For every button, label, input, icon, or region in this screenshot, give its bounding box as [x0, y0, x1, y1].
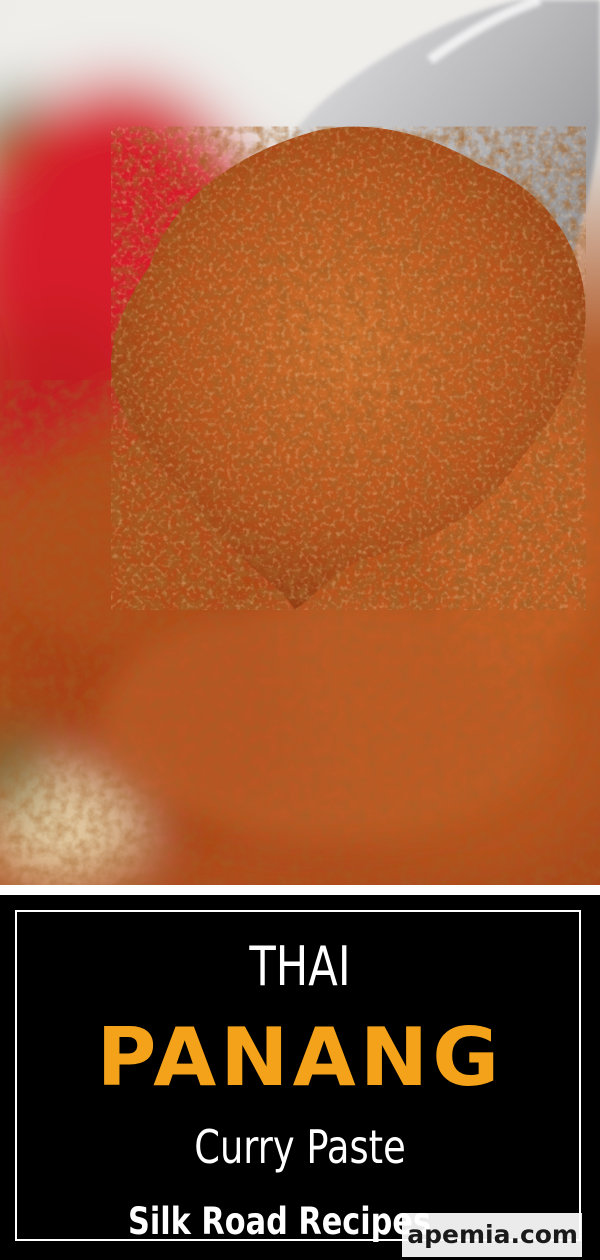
- title-line-thai: THAI: [249, 935, 351, 998]
- divider: [0, 885, 600, 895]
- title-line-curry-paste: Curry Paste: [194, 1120, 406, 1174]
- food-photo: [0, 0, 600, 885]
- watermark: apemia.com: [402, 1213, 582, 1257]
- title-banner: THAI PANANG Curry Paste Silk Road Recipe…: [0, 895, 600, 1260]
- brand-name: Silk Road Recipes: [128, 1200, 432, 1243]
- curry-paste-photo: [0, 0, 600, 885]
- title-line-panang: PANANG: [96, 1011, 504, 1104]
